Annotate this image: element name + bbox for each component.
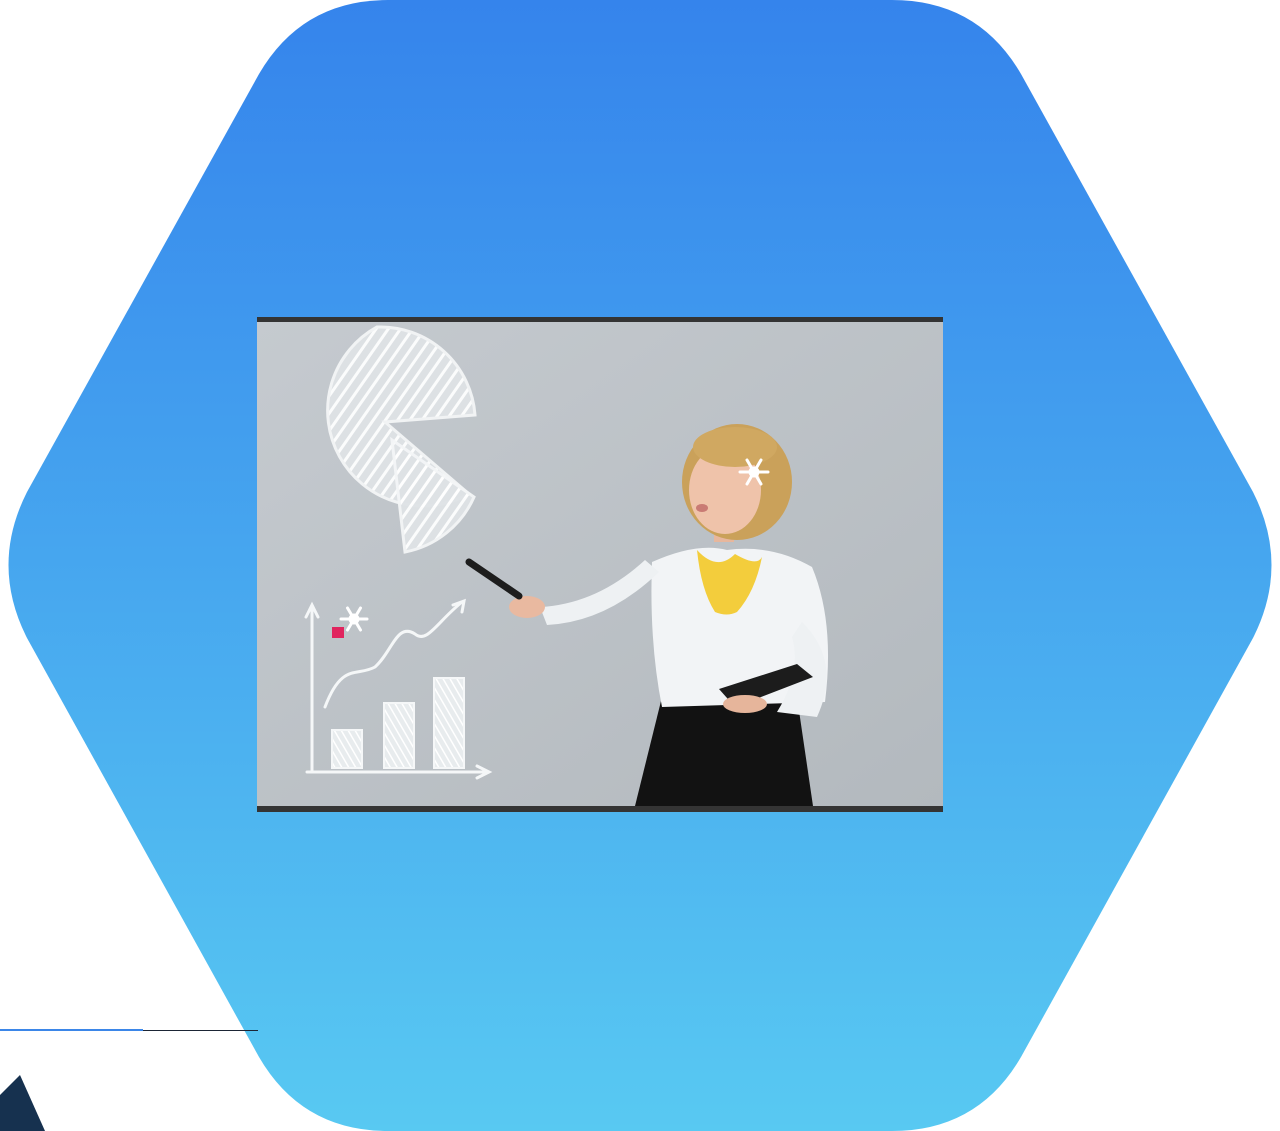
photo-frame [257,317,943,812]
corner-navy-shape [0,1075,45,1131]
lips [696,504,708,512]
corner-accent-line [0,1029,143,1031]
chalk-bar-2 [383,702,415,769]
page-stage [0,0,1280,1131]
tablet-hand [723,695,767,713]
black-skirt [635,697,813,806]
red-marker-icon [332,627,344,638]
chalk-bar-1 [331,729,363,769]
chalk-bar-3 [433,677,465,769]
corner-divider-line [143,1030,258,1031]
pointing-hand [509,596,545,618]
presenter-photo [257,322,943,806]
hair-fringe [693,427,777,467]
